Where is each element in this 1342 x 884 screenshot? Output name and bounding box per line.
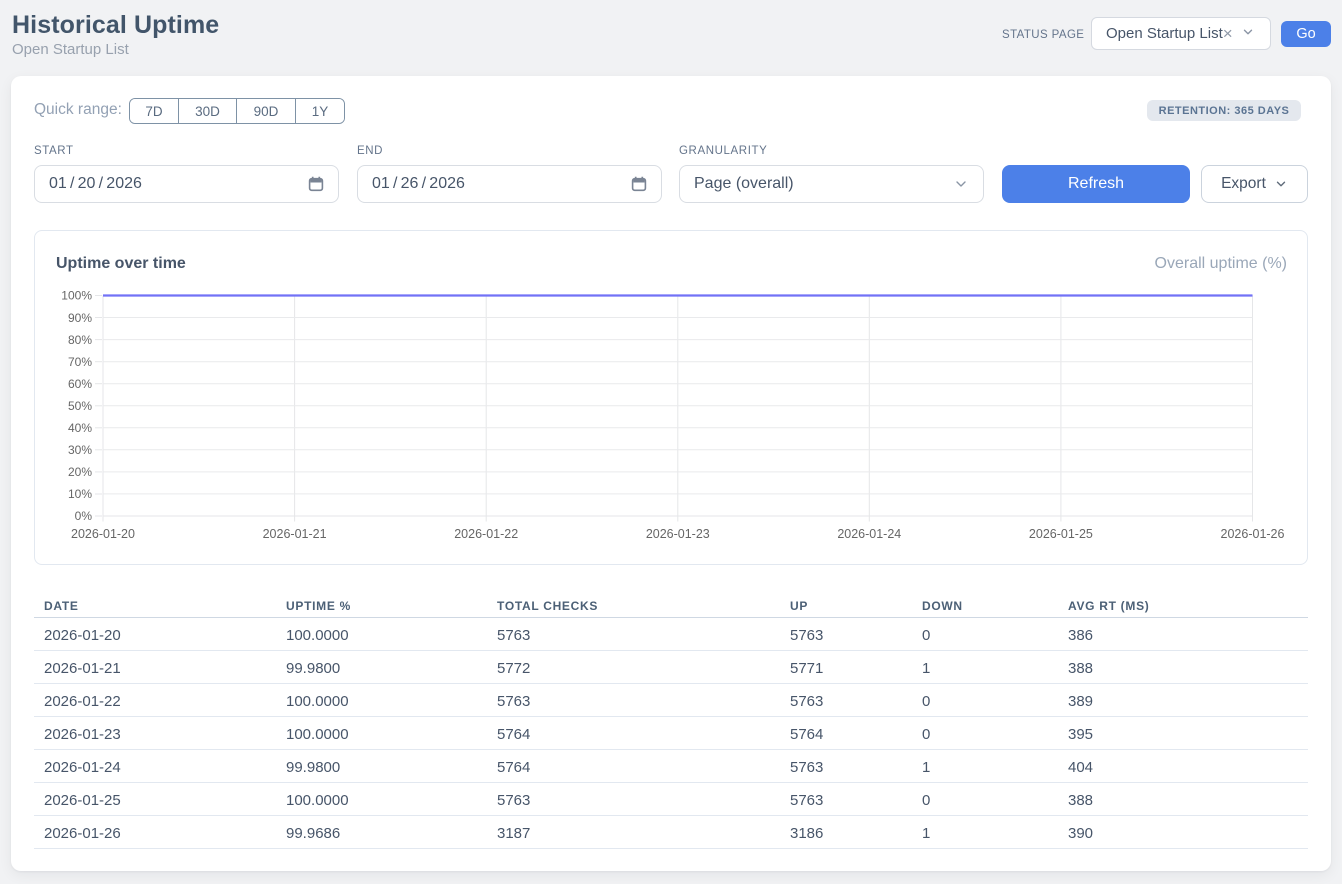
svg-text:30%: 30% <box>68 443 92 457</box>
svg-text:80%: 80% <box>68 333 92 347</box>
svg-text:100%: 100% <box>61 289 92 303</box>
svg-text:50%: 50% <box>68 399 92 413</box>
svg-text:2026-01-20: 2026-01-20 <box>71 527 135 541</box>
svg-text:10%: 10% <box>68 487 92 501</box>
svg-text:20%: 20% <box>68 465 92 479</box>
svg-text:2026-01-21: 2026-01-21 <box>263 527 327 541</box>
svg-text:2026-01-25: 2026-01-25 <box>1029 527 1093 541</box>
svg-text:40%: 40% <box>68 421 92 435</box>
svg-text:90%: 90% <box>68 311 92 325</box>
svg-text:70%: 70% <box>68 355 92 369</box>
svg-text:0%: 0% <box>75 509 93 523</box>
svg-text:2026-01-23: 2026-01-23 <box>646 527 710 541</box>
svg-text:2026-01-22: 2026-01-22 <box>454 527 518 541</box>
svg-text:2026-01-24: 2026-01-24 <box>837 527 901 541</box>
svg-text:2026-01-26: 2026-01-26 <box>1221 527 1285 541</box>
svg-text:60%: 60% <box>68 377 92 391</box>
